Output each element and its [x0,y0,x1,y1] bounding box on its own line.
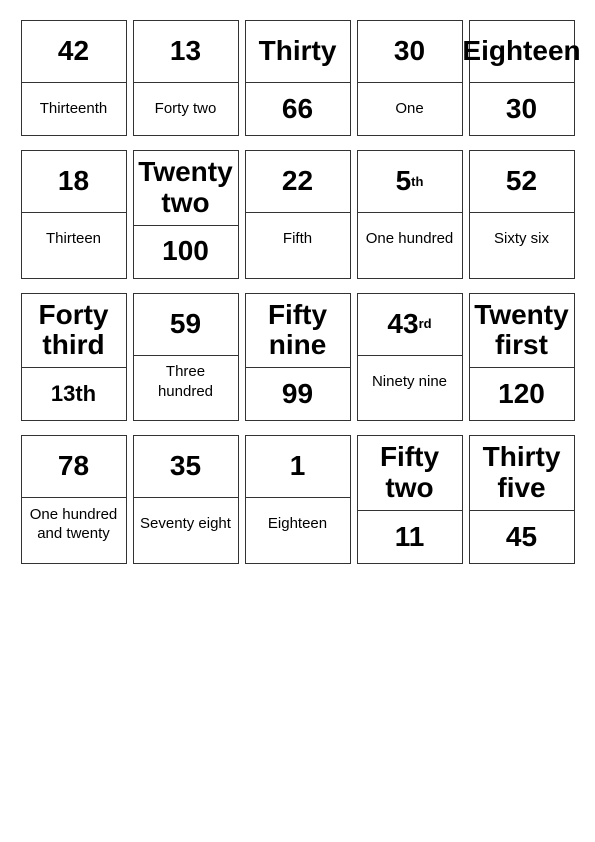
card-bottom-3-4: 45 [470,511,574,563]
card-2-1: 59Three hundred [133,293,239,422]
card-top-1-2: 22 [246,151,350,213]
card-top-2-1: 59 [134,294,238,356]
card-bottom-1-1: 100 [134,226,238,278]
card-1-0: 18Thirteen [21,150,127,279]
card-bottom-0-0: Thirteenth [22,83,126,135]
card-0-1: 13Forty two [133,20,239,136]
card-3-4: Thirty five45 [469,435,575,564]
card-2-0: Forty third13th [21,293,127,422]
card-top-3-2: 1 [246,436,350,498]
card-1-1: Twenty two100 [133,150,239,279]
card-bottom-0-3: One [358,83,462,135]
card-top-3-3: Fifty two [358,436,462,511]
card-2-3: 43rdNinety nine [357,293,463,422]
card-top-0-2: Thirty [246,21,350,83]
row-2: Forty third13th59Three hundredFifty nine… [21,293,575,422]
card-top-2-0: Forty third [22,294,126,369]
row-3: 78One hundred and twenty35Seventy eight1… [21,435,575,564]
card-bottom-3-3: 11 [358,511,462,563]
card-3-2: 1Eighteen [245,435,351,564]
card-bottom-2-2: 99 [246,368,350,420]
card-bottom-0-2: 66 [246,83,350,135]
card-3-3: Fifty two11 [357,435,463,564]
card-0-0: 42Thirteenth [21,20,127,136]
card-bottom-2-3: Ninety nine [358,356,462,408]
card-3-1: 35Seventy eight [133,435,239,564]
card-1-3: 5thOne hundred [357,150,463,279]
card-1-2: 22Fifth [245,150,351,279]
card-bottom-1-2: Fifth [246,213,350,265]
card-bottom-0-4: 30 [470,83,574,135]
card-bottom-3-0: One hundred and twenty [22,498,126,550]
card-1-4: 52Sixty six [469,150,575,279]
card-bottom-3-1: Seventy eight [134,498,238,550]
card-bottom-3-2: Eighteen [246,498,350,550]
card-top-0-3: 30 [358,21,462,83]
main-grid: 42Thirteenth13Forty twoThirty6630OneEigh… [21,20,575,564]
card-3-0: 78One hundred and twenty [21,435,127,564]
card-top-0-4: Eighteen [470,21,574,83]
card-2-4: Twenty first120 [469,293,575,422]
card-bottom-1-0: Thirteen [22,213,126,265]
card-bottom-1-3: One hundred [358,213,462,265]
card-0-4: Eighteen30 [469,20,575,136]
card-top-3-1: 35 [134,436,238,498]
card-bottom-0-1: Forty two [134,83,238,135]
card-top-2-4: Twenty first [470,294,574,369]
row-1: 18ThirteenTwenty two10022Fifth5thOne hun… [21,150,575,279]
card-top-2-2: Fifty nine [246,294,350,369]
card-top-3-0: 78 [22,436,126,498]
card-top-0-1: 13 [134,21,238,83]
card-top-1-3: 5th [358,151,462,213]
card-top-0-0: 42 [22,21,126,83]
card-top-2-3: 43rd [358,294,462,356]
row-0: 42Thirteenth13Forty twoThirty6630OneEigh… [21,20,575,136]
card-bottom-1-4: Sixty six [470,213,574,265]
card-0-2: Thirty66 [245,20,351,136]
card-2-2: Fifty nine99 [245,293,351,422]
card-top-3-4: Thirty five [470,436,574,511]
card-bottom-2-4: 120 [470,368,574,420]
card-top-1-4: 52 [470,151,574,213]
card-0-3: 30One [357,20,463,136]
card-top-1-0: 18 [22,151,126,213]
card-bottom-2-1: Three hundred [134,356,238,408]
card-top-1-1: Twenty two [134,151,238,226]
card-bottom-2-0: 13th [22,368,126,420]
